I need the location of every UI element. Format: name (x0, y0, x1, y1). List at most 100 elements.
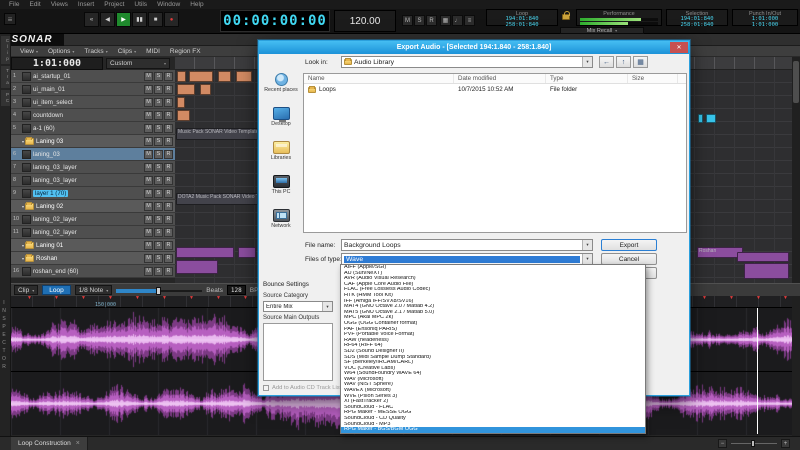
zoom-out-button[interactable]: − (718, 439, 727, 448)
track-row[interactable]: 11laning_02_layerMSR (11, 226, 175, 239)
r-button[interactable]: R (164, 215, 173, 224)
menu-region-fx[interactable]: Region FX (165, 48, 206, 55)
clip[interactable] (218, 71, 231, 82)
up-folder-icon[interactable]: ↑ (616, 56, 631, 68)
m-button[interactable]: M (144, 163, 153, 172)
loop-construction-tab[interactable]: Loop Construction × (11, 437, 88, 450)
pause-button[interactable]: ▮▮ (132, 12, 147, 27)
rtz-button[interactable]: « (84, 12, 99, 27)
wave-scrollbar[interactable] (792, 296, 800, 436)
now-time-display[interactable]: 1:01:000 (11, 57, 103, 70)
clip[interactable] (706, 114, 716, 123)
play-button[interactable]: ▶ (116, 12, 131, 27)
loop-marker[interactable]: ▼ (702, 295, 707, 301)
menubar-item-help[interactable]: Help (185, 0, 208, 9)
side-tab-tra[interactable]: Tra (1, 66, 10, 88)
mix-recall-select[interactable]: Mix Recall ▾ (560, 27, 644, 34)
track-scrollbar[interactable] (792, 57, 800, 283)
export-button[interactable]: Export (601, 239, 657, 251)
loop-marker[interactable]: ▼ (27, 295, 32, 301)
clip[interactable] (189, 71, 213, 82)
place-recent[interactable]: Recent places (261, 73, 301, 93)
track-row[interactable]: 16roshan_end (60)MSR (11, 265, 175, 278)
menubar-item-file[interactable]: File (4, 0, 24, 9)
punch-module[interactable]: Punch In/Out 1:01:000 1:01:000 (732, 9, 798, 26)
s-button[interactable]: S (154, 85, 163, 94)
toolbar-icon-2[interactable]: ≡ (464, 15, 475, 26)
s-toggle-button[interactable]: S (414, 15, 425, 26)
folder-caret-icon[interactable]: ▾ (22, 243, 24, 248)
column-header-name[interactable]: Name (304, 74, 454, 83)
m-button[interactable]: M (144, 189, 153, 198)
m-button[interactable]: M (144, 254, 153, 263)
chevron-down-icon[interactable]: ▾ (582, 254, 592, 264)
clip[interactable] (737, 252, 789, 262)
place-libraries[interactable]: Libraries (261, 141, 301, 161)
loop-marker[interactable]: ▼ (189, 295, 194, 301)
back-icon[interactable]: ← (599, 56, 614, 68)
m-button[interactable]: M (144, 241, 153, 250)
menu-clips[interactable]: Clips▾ (113, 48, 141, 55)
trans-detect-slider[interactable] (116, 286, 202, 295)
s-button[interactable]: S (154, 215, 163, 224)
column-header-type[interactable]: Type (546, 74, 628, 83)
s-button[interactable]: S (154, 202, 163, 211)
toolbar-icon-0[interactable]: ▦ (440, 15, 451, 26)
loop-marker[interactable]: ▼ (108, 295, 113, 301)
clip[interactable] (177, 110, 190, 121)
loop-marker[interactable]: ▼ (216, 295, 221, 301)
menubar-item-window[interactable]: Window (152, 0, 185, 9)
chevron-down-icon[interactable]: ▾ (582, 240, 592, 250)
place-desktop[interactable]: Desktop (261, 107, 301, 127)
scrollbar-thumb[interactable] (793, 61, 799, 103)
clip[interactable] (176, 247, 234, 258)
m-button[interactable]: M (144, 124, 153, 133)
loop-marker[interactable]: ▼ (54, 295, 59, 301)
tab-close-icon[interactable]: × (76, 440, 80, 447)
s-button[interactable]: S (154, 228, 163, 237)
inspector-tab[interactable]: INSPECTOR (1, 300, 7, 372)
column-header-size[interactable]: Size (628, 74, 678, 83)
clip[interactable] (176, 260, 218, 274)
r-button[interactable]: R (164, 150, 173, 159)
clip[interactable] (236, 71, 252, 82)
m-button[interactable]: M (144, 98, 153, 107)
menu-tracks[interactable]: Tracks▾ (79, 48, 112, 55)
chevron-down-icon[interactable]: ▾ (322, 302, 332, 311)
track-row[interactable]: ▾Laning 01MSR (11, 239, 175, 252)
s-button[interactable]: S (154, 189, 163, 198)
lock-icon[interactable] (562, 14, 570, 20)
track-row[interactable]: 1ai_startup_01MSR (11, 70, 175, 83)
zoom-slider-thumb[interactable] (751, 440, 755, 447)
clip[interactable] (698, 114, 703, 123)
preset-select[interactable]: Custom ▾ (106, 58, 170, 69)
file-row[interactable]: Loops10/7/2015 10:52 AMFile folder (304, 84, 686, 95)
side-tab-clip[interactable]: Clip (1, 36, 10, 64)
clip-menu[interactable]: Clip ▾ (14, 285, 38, 295)
r-button[interactable]: R (164, 137, 173, 146)
m-button[interactable]: M (144, 176, 153, 185)
stop-button[interactable]: ■ (148, 12, 163, 27)
look-in-select[interactable]: Audio Library ▾ (341, 56, 593, 68)
slice-resolution-menu[interactable]: 1/8 Note ▾ (75, 285, 113, 295)
m-button[interactable]: M (144, 137, 153, 146)
r-button[interactable]: R (164, 72, 173, 81)
m-toggle-button[interactable]: M (402, 15, 413, 26)
s-button[interactable]: S (154, 163, 163, 172)
clip[interactable]: DOTA2 Music Pack SONAR Video Templates (176, 193, 258, 205)
track-row[interactable]: 6laning_03MSR (11, 148, 175, 161)
clip[interactable] (744, 263, 789, 279)
checkbox-icon[interactable] (263, 385, 269, 391)
m-button[interactable]: M (144, 202, 153, 211)
menubar-item-views[interactable]: Views (46, 0, 73, 9)
source-outputs-listbox[interactable] (263, 323, 333, 381)
track-row[interactable]: 2ui_main_01MSR (11, 83, 175, 96)
record-button[interactable]: ● (164, 12, 179, 27)
beats-value[interactable]: 128 (227, 285, 246, 295)
m-button[interactable]: M (144, 72, 153, 81)
s-button[interactable]: S (154, 137, 163, 146)
r-button[interactable]: R (164, 85, 173, 94)
source-category-select[interactable]: Entire Mix ▾ (263, 301, 333, 312)
s-button[interactable]: S (154, 98, 163, 107)
m-button[interactable]: M (144, 150, 153, 159)
